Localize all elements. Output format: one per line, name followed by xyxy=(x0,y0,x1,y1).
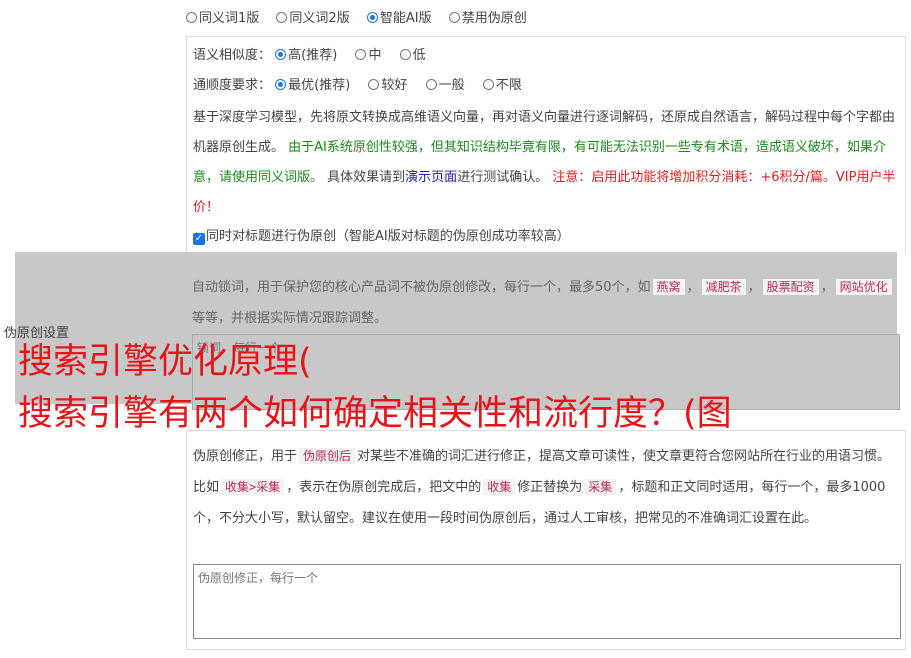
similarity-option-medium[interactable]: 中 xyxy=(355,48,381,63)
option-label: 中 xyxy=(368,48,382,63)
example-tag: 燕窝 xyxy=(652,279,685,295)
desc-text: 伪原创修正，用于 xyxy=(193,449,298,464)
fluency-option-any[interactable]: 不限 xyxy=(482,78,522,93)
version-option-disable[interactable]: 禁用伪原创 xyxy=(448,11,527,26)
lock-words-description: 自动锁词，用于保护您的核心产品词不被伪原创修改，每行一个，最多50个，如 燕窝，减… xyxy=(192,272,902,334)
version-option-ai[interactable]: 智能AI版 xyxy=(366,11,432,26)
similarity-label: 语义相似度： xyxy=(193,48,272,63)
corrections-description: 伪原创修正，用于 伪原创后 对某些不准确的词汇进行修正，提高文章可读性，使文章更符合… xyxy=(193,441,903,534)
code-tag: 收集>采集 xyxy=(221,479,285,495)
corrections-panel: 伪原创修正，用于 伪原创后 对某些不准确的词汇进行修正，提高文章可读性，使文章更符合… xyxy=(186,430,906,650)
similarity-option-high[interactable]: 高(推荐) xyxy=(275,48,337,63)
option-label: 不限 xyxy=(495,78,522,93)
desc-text: 修正替换为 xyxy=(517,480,583,495)
radio-selected-icon[interactable] xyxy=(275,79,287,90)
similarity-option-low[interactable]: 低 xyxy=(399,48,426,63)
radio-icon[interactable] xyxy=(355,49,367,60)
radio-icon[interactable] xyxy=(425,79,437,90)
version-selector: 同义词1版 同义词2版 智能AI版 禁用伪原创 xyxy=(186,10,540,28)
overlay-line: 搜索引擎优化原理( xyxy=(18,342,312,382)
fluency-option-normal[interactable]: 一般 xyxy=(425,78,465,93)
radio-icon[interactable] xyxy=(399,49,411,60)
title-rewrite-row[interactable]: ✓ 同时对标题进行伪原创（智能AI版对标题的伪原创成功率较高） xyxy=(193,228,570,246)
checkbox-checked-icon[interactable]: ✓ xyxy=(193,233,205,245)
demo-page-link[interactable]: 演示页面 xyxy=(405,170,457,185)
radio-icon[interactable] xyxy=(276,12,288,23)
desc-text: 等等，并根据实际情况跟踪调整。 xyxy=(192,311,388,326)
desc-text: 进行测试确认。 xyxy=(457,170,549,185)
fluency-option-good[interactable]: 较好 xyxy=(368,78,407,93)
radio-icon[interactable] xyxy=(368,79,380,90)
overlay-headline: 搜索引擎优化原理( 搜索引擎有两个如何确定相关性和流行度？(图 xyxy=(18,336,908,440)
example-tag: 减肥茶 xyxy=(701,279,746,295)
version-option-synonym1[interactable]: 同义词1版 xyxy=(186,11,259,26)
option-label: 同义词1版 xyxy=(199,11,260,26)
radio-selected-icon[interactable] xyxy=(275,49,287,60)
fluency-label: 通顺度要求： xyxy=(193,78,272,93)
corrections-input[interactable] xyxy=(193,564,901,639)
example-tag: 股票配资 xyxy=(762,279,819,295)
option-label: 高(推荐) xyxy=(288,48,338,63)
code-tag: 收集 xyxy=(483,479,516,495)
fluency-option-best[interactable]: 最优(推荐) xyxy=(275,78,350,93)
option-label: 智能AI版 xyxy=(379,11,432,26)
code-tag: 伪原创后 xyxy=(299,448,356,464)
fluency-row: 通顺度要求： 最优(推荐) 较好 一般 不限 xyxy=(193,77,536,95)
code-tag: 采集 xyxy=(584,479,617,495)
option-label: 一般 xyxy=(438,78,465,93)
option-label: 较好 xyxy=(381,78,408,93)
similarity-row: 语义相似度： 高(推荐) 中 低 xyxy=(193,47,440,65)
option-label: 同义词2版 xyxy=(289,11,350,26)
radio-selected-icon[interactable] xyxy=(366,12,378,23)
radio-icon[interactable] xyxy=(448,12,460,23)
version-option-synonym2[interactable]: 同义词2版 xyxy=(276,11,350,26)
example-tag: 网站优化 xyxy=(835,279,892,295)
ai-settings-panel: 语义相似度： 高(推荐) 中 低 通顺度要求： 最优(推荐) 较好 一般 不限 … xyxy=(186,36,906,254)
title-checkbox-label: 同时对标题进行伪原创（智能AI版对标题的伪原创成功率较高） xyxy=(206,229,570,244)
option-label: 禁用伪原创 xyxy=(461,11,527,26)
option-label: 低 xyxy=(412,48,426,63)
desc-text: ，表示在伪原创完成后，把文中的 xyxy=(286,480,482,495)
radio-icon[interactable] xyxy=(186,12,197,23)
desc-text: 具体效果请到 xyxy=(327,170,406,185)
radio-icon[interactable] xyxy=(482,79,494,90)
desc-text: 自动锁词，用于保护您的核心产品词不被伪原创修改，每行一个，最多50个，如 xyxy=(192,280,651,295)
ai-description: 基于深度学习模型，先将原文转换成高维语义向量，再对语义向量进行逐词解码，还原成自… xyxy=(193,103,899,223)
option-label: 最优(推荐) xyxy=(288,78,351,93)
